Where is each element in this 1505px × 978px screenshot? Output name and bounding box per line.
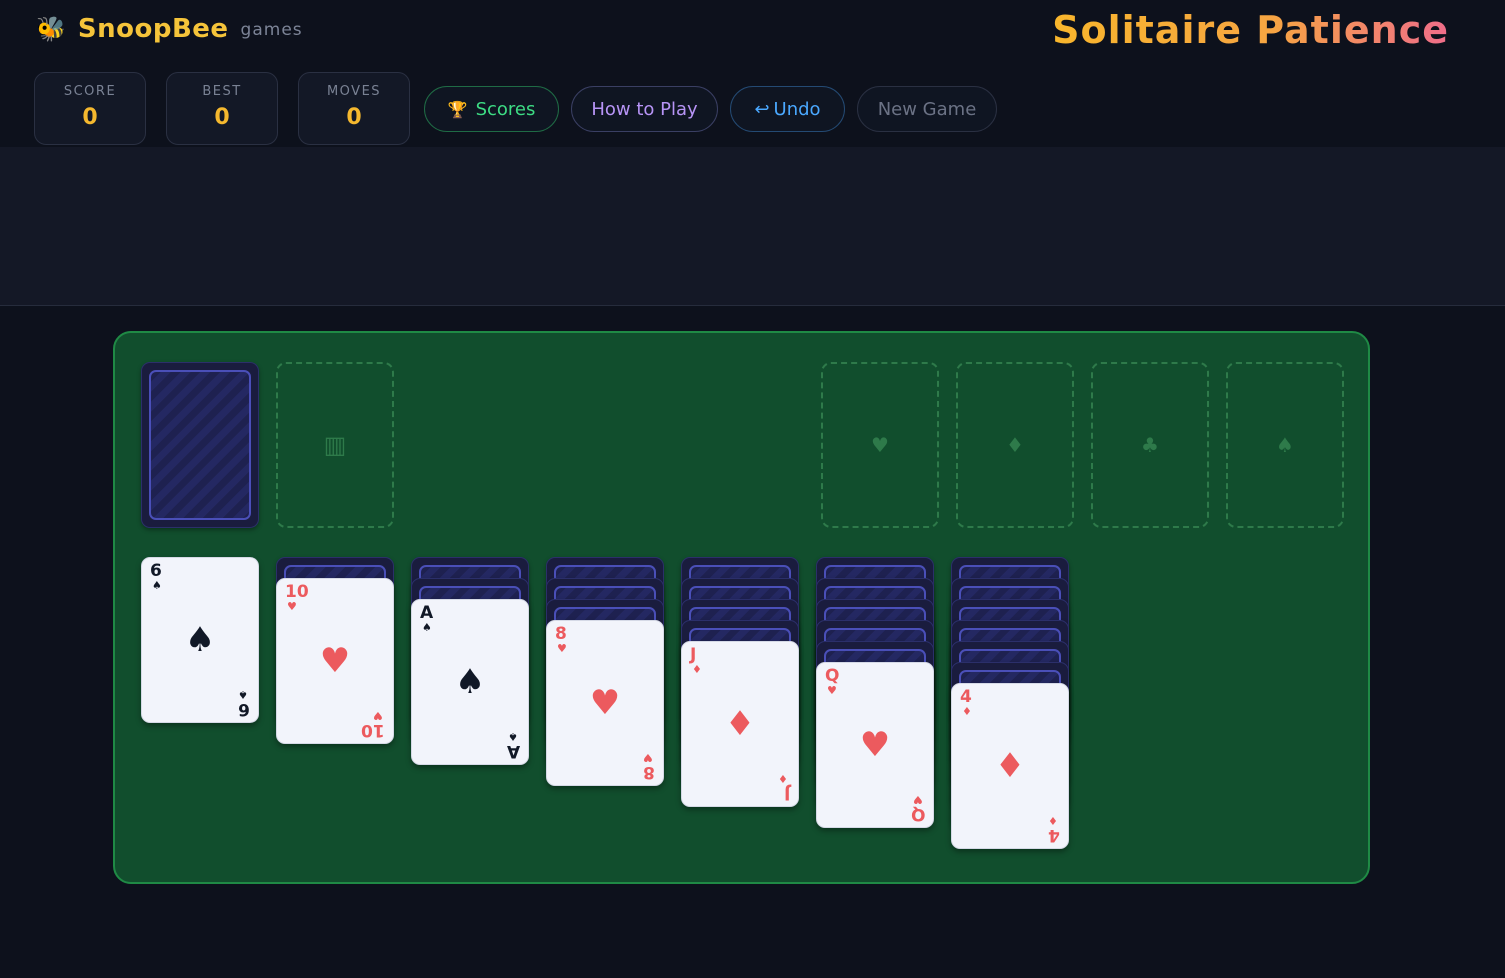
card-rank: J [690, 645, 697, 665]
card-center-suit-icon: ♦ [724, 704, 756, 744]
card-rank: 4 [960, 687, 972, 707]
club-icon: ♣ [1141, 433, 1159, 457]
ad-banner-area [0, 147, 1505, 306]
card-center-suit-icon: ♥ [859, 725, 891, 765]
card-back-pattern [149, 370, 251, 520]
scores-button-label: Scores [475, 98, 536, 120]
moves-value: 0 [346, 105, 362, 130]
card-suit-icon: ♠ [422, 621, 432, 634]
undo-icon: ↩ [754, 98, 770, 120]
spade-icon: ♠ [1276, 433, 1294, 457]
bee-icon: 🐝 [36, 15, 66, 43]
logo[interactable]: 🐝 SnoopBee games [36, 14, 303, 44]
card-center-suit-icon: ♠ [454, 662, 486, 702]
card-rank: A [420, 603, 434, 623]
card-suit-icon: ♦ [692, 663, 702, 676]
best-label: BEST [202, 84, 242, 99]
card-suit-icon: ♥ [557, 642, 567, 655]
score-label: SCORE [63, 84, 117, 99]
foundation-diamonds[interactable]: ♦ [956, 362, 1074, 528]
waste-pile[interactable]: ▥ [276, 362, 394, 528]
card-suit-icon: ♥ [287, 600, 297, 613]
header: 🐝 SnoopBee games Solitaire Patience SCOR… [0, 0, 1505, 147]
face-up-card[interactable]: 10 ♥ ♥ ♥ 10 [276, 578, 394, 744]
card-rank: J [783, 783, 790, 803]
game-title: Solitaire Patience [1052, 8, 1449, 52]
new-game-label: New Game [877, 98, 977, 120]
foundation-clubs[interactable]: ♣ [1091, 362, 1209, 528]
card-center-suit-icon: ♠ [184, 620, 216, 660]
card-suit-icon: ♠ [152, 579, 162, 592]
card-rank: 8 [643, 762, 655, 782]
brand-subtitle: games [240, 20, 303, 40]
foundation-spades[interactable]: ♠ [1226, 362, 1344, 528]
moves-box: MOVES 0 [298, 72, 410, 145]
trophy-icon: 🏆 [447, 99, 468, 119]
foundation-hearts[interactable]: ♥ [821, 362, 939, 528]
card-rank: 10 [285, 582, 309, 602]
card-rank: 10 [361, 720, 385, 740]
game-table: ▥ ♥ ♦ ♣ ♠ 6 ♠ ♠ ♠ 6 10 ♥ ♥ ♥ 10 A ♠ ♠ ♠ A 8 ♥ ♥ ♥ 8 J ♦ ♦ ♦ J Q ♥ ♥… [113, 331, 1370, 884]
best-box: BEST 0 [166, 72, 278, 145]
card-rank: A [506, 741, 520, 761]
card-rank: 6 [238, 699, 250, 719]
undo-button[interactable]: ↩ Undo [730, 86, 845, 132]
stock-pile[interactable] [141, 362, 259, 528]
card-rank: Q [825, 666, 840, 686]
face-up-card[interactable]: Q ♥ ♥ ♥ Q [816, 662, 934, 828]
how-to-play-label: How to Play [591, 98, 698, 120]
face-up-card[interactable]: 4 ♦ ♦ ♦ 4 [951, 683, 1069, 849]
face-up-card[interactable]: J ♦ ♦ ♦ J [681, 641, 799, 807]
heart-icon: ♥ [871, 433, 889, 457]
card-center-suit-icon: ♥ [589, 683, 621, 723]
new-game-button[interactable]: New Game [857, 86, 997, 132]
scores-button[interactable]: 🏆 Scores [424, 86, 559, 132]
card-center-suit-icon: ♦ [994, 746, 1026, 786]
card-center-suit-icon: ♥ [319, 641, 351, 681]
score-value: 0 [82, 105, 98, 130]
face-up-card[interactable]: 8 ♥ ♥ ♥ 8 [546, 620, 664, 786]
face-up-card[interactable]: 6 ♠ ♠ ♠ 6 [141, 557, 259, 723]
best-value: 0 [214, 105, 230, 130]
card-rank: Q [910, 804, 925, 824]
diamond-icon: ♦ [1006, 433, 1024, 457]
moves-label: MOVES [326, 84, 382, 99]
how-to-play-button[interactable]: How to Play [571, 86, 718, 132]
brand-name: SnoopBee [77, 14, 229, 44]
card-rank: 8 [555, 624, 567, 644]
undo-button-label: Undo [773, 98, 821, 120]
waste-card-icon: ▥ [323, 431, 347, 459]
card-rank: 4 [1048, 825, 1060, 845]
card-suit-icon: ♥ [827, 684, 837, 697]
score-box: SCORE 0 [34, 72, 146, 145]
card-rank: 6 [150, 561, 162, 581]
card-suit-icon: ♦ [962, 705, 972, 718]
face-up-card[interactable]: A ♠ ♠ ♠ A [411, 599, 529, 765]
